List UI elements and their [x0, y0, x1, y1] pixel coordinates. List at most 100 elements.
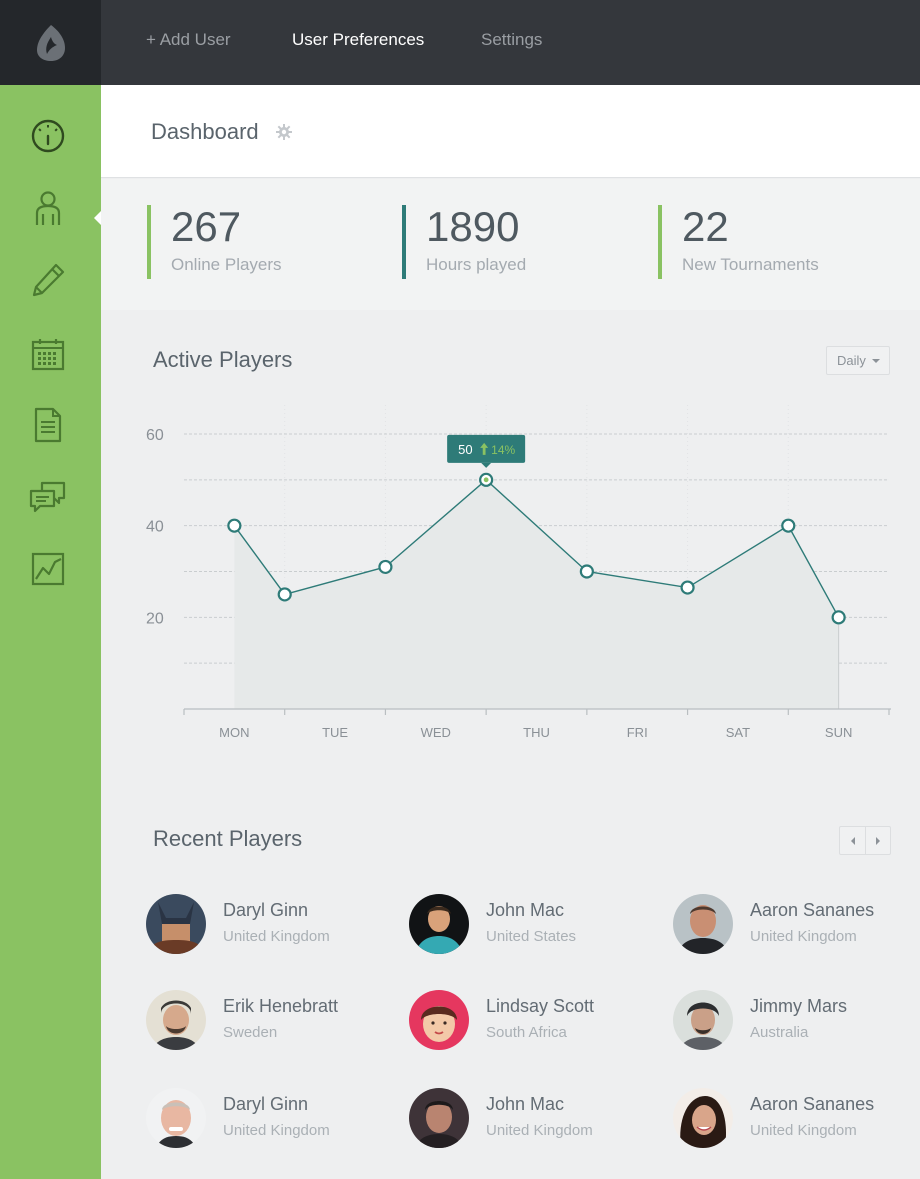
sidebar-item-analytics[interactable] [28, 549, 68, 589]
page-title: Dashboard [151, 119, 259, 144]
chevron-right-icon [876, 836, 880, 845]
player-name: Lindsay Scott [486, 996, 595, 1016]
data-point [277, 587, 292, 602]
chat-icon [29, 481, 66, 513]
data-point [831, 610, 846, 625]
player-card[interactable]: Erik Henebratt Sweden [146, 990, 386, 1052]
stat-hours-played: 1890 Hours played [402, 205, 526, 279]
y-tick-label: 40 [146, 519, 164, 536]
user-icon [35, 191, 61, 225]
x-tick-label: MON [219, 725, 249, 740]
stat-new-tournaments: 22 New Tournaments [658, 205, 819, 279]
pencil-icon [32, 263, 65, 297]
stats-row: 267 Online Players 1890 Hours played 22 … [101, 179, 920, 310]
data-point [579, 564, 594, 579]
add-user-link[interactable]: + Add User [146, 30, 231, 50]
player-card[interactable]: Aaron Sananes United Kingdom [673, 894, 913, 956]
main-content: Active Players Daily 20 40 60 MON TUE WED THU F… [101, 310, 920, 1179]
player-country: United Kingdom [223, 928, 330, 945]
stat-accent-bar [147, 205, 151, 279]
player-card[interactable]: Jimmy Mars Australia [673, 990, 913, 1052]
x-tick-label: SAT [726, 725, 750, 740]
dashboard-gauge-icon [31, 119, 65, 153]
page-header: Dashboard [101, 85, 920, 178]
avatar [673, 894, 733, 954]
x-tick-label: THU [523, 725, 550, 740]
player-country: Sweden [223, 1024, 278, 1041]
sidebar-item-edit[interactable] [28, 260, 68, 300]
x-tick-label: SUN [825, 725, 852, 740]
player-card[interactable]: John Mac United Kingdom [409, 1088, 649, 1150]
sidebar-item-documents[interactable] [28, 405, 68, 445]
sidebar-item-users[interactable] [28, 188, 68, 228]
stat-label: Online Players [171, 255, 282, 274]
stat-value: 1890 [426, 203, 520, 250]
player-card[interactable]: Lindsay Scott South Africa [409, 990, 649, 1052]
chevron-left-icon [850, 836, 855, 845]
avatar [409, 990, 469, 1050]
tooltip-value: 50 [458, 442, 472, 457]
chart-icon [31, 552, 65, 586]
player-card[interactable]: Daryl Ginn United Kingdom [146, 1088, 386, 1150]
avatar [409, 894, 469, 954]
y-tick-label: 60 [146, 427, 164, 444]
avatar [409, 1088, 469, 1148]
player-country: United Kingdom [486, 1122, 593, 1139]
tooltip-change: 14% [491, 443, 515, 457]
player-name: Aaron Sananes [750, 900, 875, 920]
avatar [146, 1088, 206, 1148]
player-card[interactable]: Aaron Sananes United Kingdom [673, 1088, 913, 1150]
player-name: John Mac [486, 1094, 565, 1114]
player-name: Erik Henebratt [223, 996, 339, 1016]
data-point [378, 559, 393, 575]
gear-icon[interactable] [276, 124, 292, 140]
x-tick-label: TUE [322, 725, 348, 740]
player-country: United Kingdom [750, 1122, 857, 1139]
avatar [673, 1088, 733, 1148]
player-name: Jimmy Mars [750, 996, 847, 1016]
recent-players-title: Recent Players [153, 826, 303, 851]
x-tick-label: WED [421, 725, 451, 740]
data-point [680, 580, 695, 595]
player-country: South Africa [486, 1024, 567, 1041]
next-button[interactable] [865, 827, 890, 854]
player-card[interactable]: Daryl Ginn United Kingdom [146, 894, 386, 956]
stat-accent-bar [658, 205, 662, 279]
avatar [673, 990, 733, 1050]
previous-button[interactable] [840, 827, 865, 854]
settings-link[interactable]: Settings [481, 30, 542, 50]
stat-label: Hours played [426, 255, 527, 274]
player-country: United States [486, 928, 577, 945]
player-name: Daryl Ginn [223, 1094, 309, 1114]
player-card[interactable]: John Mac United States [409, 894, 649, 956]
sidebar-item-messages[interactable] [28, 477, 68, 517]
player-name: John Mac [486, 900, 565, 920]
player-name: Daryl Ginn [223, 900, 309, 920]
player-name: Aaron Sananes [750, 1094, 875, 1114]
user-preferences-link[interactable]: User Preferences [292, 30, 424, 50]
stat-value: 267 [171, 203, 242, 250]
y-tick-label: 20 [146, 610, 164, 627]
chart-area [234, 479, 839, 709]
player-country: United Kingdom [750, 928, 857, 945]
data-point [227, 518, 242, 533]
active-players-chart: 20 40 60 MON TUE WED THU FRI SAT SUN 50 14% [146, 405, 891, 740]
stat-value: 22 [682, 203, 729, 250]
logo[interactable] [0, 0, 101, 85]
pager [839, 826, 891, 855]
stat-accent-bar [402, 205, 406, 279]
sidebar [0, 85, 102, 1179]
calendar-icon [31, 339, 65, 371]
top-navigation: + Add User User Preferences Settings [101, 0, 920, 85]
sidebar-item-calendar[interactable] [28, 334, 68, 374]
avatar [146, 894, 206, 954]
stat-label: New Tournaments [682, 255, 819, 274]
document-icon [34, 407, 62, 443]
stat-online-players: 267 Online Players [147, 205, 282, 279]
leaf-logo-icon [36, 24, 65, 61]
avatar [146, 990, 206, 1050]
data-point [781, 518, 796, 533]
sidebar-item-dashboard[interactable] [28, 116, 68, 156]
player-country: Australia [750, 1024, 809, 1041]
x-tick-label: FRI [627, 725, 648, 740]
